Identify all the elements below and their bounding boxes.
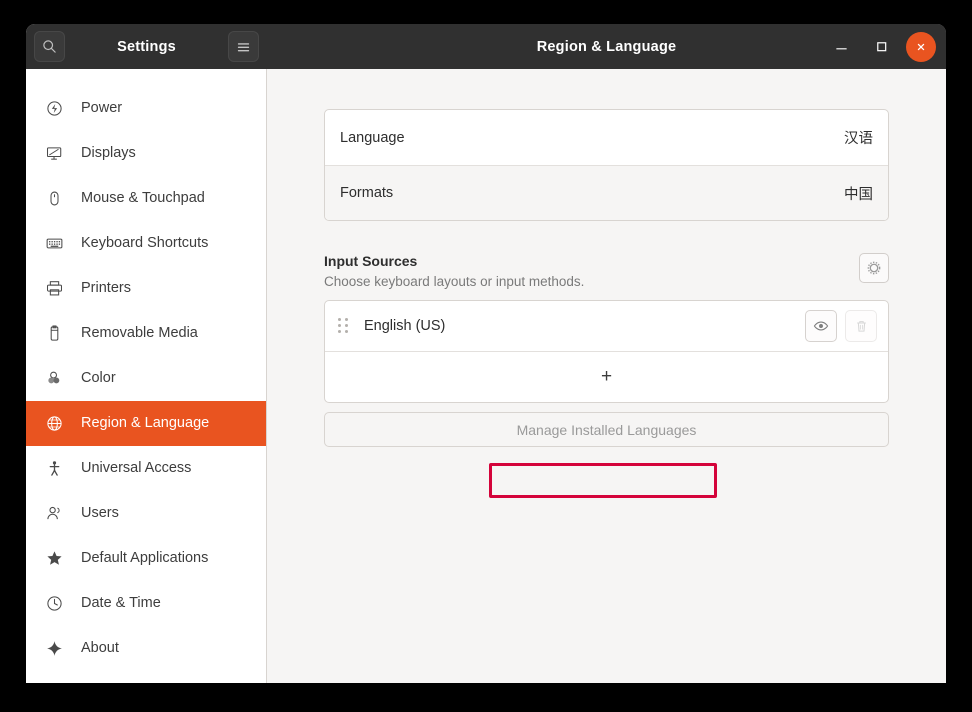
sidebar-item-universal-access[interactable]: Universal Access	[26, 446, 266, 491]
input-source-remove-button[interactable]	[845, 310, 877, 343]
sidebar-item-label: Printers	[81, 280, 131, 297]
sidebar-item-date-time[interactable]: Date & Time	[26, 581, 266, 626]
sidebar-item-users[interactable]: Users	[26, 491, 266, 536]
sidebar-item-region-language[interactable]: Region & Language	[26, 401, 266, 446]
clock-icon	[45, 595, 63, 613]
add-input-source-button[interactable]: +	[325, 351, 888, 402]
eye-icon	[813, 321, 829, 331]
settings-sidebar[interactable]: Sound Power	[26, 69, 267, 683]
sidebar-item-label: Mouse & Touchpad	[81, 190, 205, 207]
sidebar-item-label: Users	[81, 505, 119, 522]
sidebar-item-power[interactable]: Power	[26, 86, 266, 131]
globe-icon	[45, 415, 63, 433]
star-icon	[45, 550, 63, 568]
sidebar-item-displays[interactable]: Displays	[26, 131, 266, 176]
formats-value: 中国	[844, 186, 873, 203]
keyboard-icon	[45, 235, 63, 253]
sidebar-item-default-applications[interactable]: Default Applications	[26, 536, 266, 581]
input-sources-title: Input Sources	[324, 253, 418, 269]
displays-icon	[45, 145, 63, 163]
input-source-name: English (US)	[364, 318, 446, 335]
input-source-row[interactable]: English (US)	[325, 301, 888, 351]
input-source-preview-button[interactable]	[805, 310, 837, 343]
maximize-button[interactable]	[866, 32, 896, 62]
sidebar-item-label: Power	[81, 100, 123, 117]
input-sources-text: Input Sources Choose keyboard layouts or…	[324, 253, 584, 290]
content-header: Region & Language	[267, 24, 946, 69]
manage-installed-languages-button[interactable]: Manage Installed Languages	[324, 412, 889, 448]
language-row[interactable]: Language 汉语	[325, 110, 888, 165]
menu-button[interactable]	[228, 31, 259, 62]
input-sources-subtitle: Choose keyboard layouts or input methods…	[324, 273, 585, 289]
maximize-icon	[876, 42, 886, 52]
add-input-source-label: +	[600, 366, 613, 388]
window-body: Sound Power	[26, 69, 946, 683]
sidebar-item-printers[interactable]: Printers	[26, 266, 266, 311]
input-sources-header: Input Sources Choose keyboard layouts or…	[324, 253, 889, 290]
sidebar-item-sound[interactable]: Sound	[26, 69, 266, 86]
sidebar-item-label: Universal Access	[81, 460, 192, 477]
formats-row[interactable]: Formats 中国	[325, 165, 888, 220]
language-label: Language	[340, 129, 405, 146]
gear-icon	[867, 261, 881, 275]
input-sources-list: English (US) +	[324, 300, 889, 404]
manage-installed-languages-label: Manage Installed Languages	[516, 421, 697, 438]
annotation-highlight-box	[489, 463, 717, 498]
app-title: Settings	[117, 38, 176, 55]
formats-label: Formats	[340, 185, 394, 201]
hamburger-menu-icon	[237, 42, 250, 51]
region-language-panel: Language 汉语 Formats 中国 Input Sources Cho…	[324, 69, 889, 498]
sidebar-item-label: Displays	[81, 145, 136, 162]
search-icon	[43, 40, 56, 53]
color-icon	[45, 370, 63, 388]
sidebar-item-label: Keyboard Shortcuts	[81, 235, 209, 252]
close-button[interactable]	[906, 31, 936, 62]
sidebar-item-about[interactable]: About	[26, 626, 266, 671]
sidebar-item-label: Date & Time	[81, 595, 161, 612]
sidebar-item-label: Default Applications	[81, 550, 209, 567]
sidebar-item-color[interactable]: Color	[26, 356, 266, 401]
sidebar-item-removable-media[interactable]: Removable Media	[26, 311, 266, 356]
settings-window: Settings Region & Language Power Display…	[26, 24, 946, 683]
power-icon	[45, 100, 63, 118]
sidebar-item-keyboard-shortcuts[interactable]: Keyboard Shortcuts	[26, 221, 266, 266]
window-controls	[826, 24, 936, 69]
close-icon	[917, 43, 925, 50]
sidebar-item-label: Sound	[81, 69, 123, 71]
sidebar-item-label: Color	[81, 370, 116, 387]
users-icon	[45, 505, 63, 523]
sidebar-list: Sound Power	[26, 69, 266, 671]
removable-media-icon	[45, 325, 63, 343]
search-button[interactable]	[34, 31, 65, 62]
sidebar-item-label: Region & Language	[81, 415, 210, 432]
window-titlebar: Settings Region & Language	[26, 24, 946, 69]
minimize-icon	[835, 48, 847, 50]
sidebar-item-mouse-touchpad[interactable]: Mouse & Touchpad	[26, 176, 266, 221]
sidebar-item-label: Removable Media	[81, 325, 198, 342]
sparkle-icon	[45, 640, 63, 658]
desktop-background: Settings Region & Language Power Display…	[0, 0, 972, 712]
input-sources-options-button[interactable]	[859, 253, 889, 283]
accessibility-icon	[45, 460, 63, 478]
language-formats-card: Language 汉语 Formats 中国	[324, 109, 889, 221]
language-value: 汉语	[844, 131, 873, 147]
printer-icon	[45, 280, 63, 298]
settings-content-panel: Language 汉语 Formats 中国 Input Sources Cho…	[267, 69, 946, 683]
trash-icon	[856, 321, 866, 332]
sidebar-item-label: About	[81, 640, 119, 657]
mouse-icon	[45, 190, 63, 208]
drag-handle-icon[interactable]	[338, 318, 348, 334]
sidebar-header: Settings	[26, 24, 267, 69]
minimize-button[interactable]	[826, 32, 856, 62]
sound-icon	[45, 69, 63, 73]
